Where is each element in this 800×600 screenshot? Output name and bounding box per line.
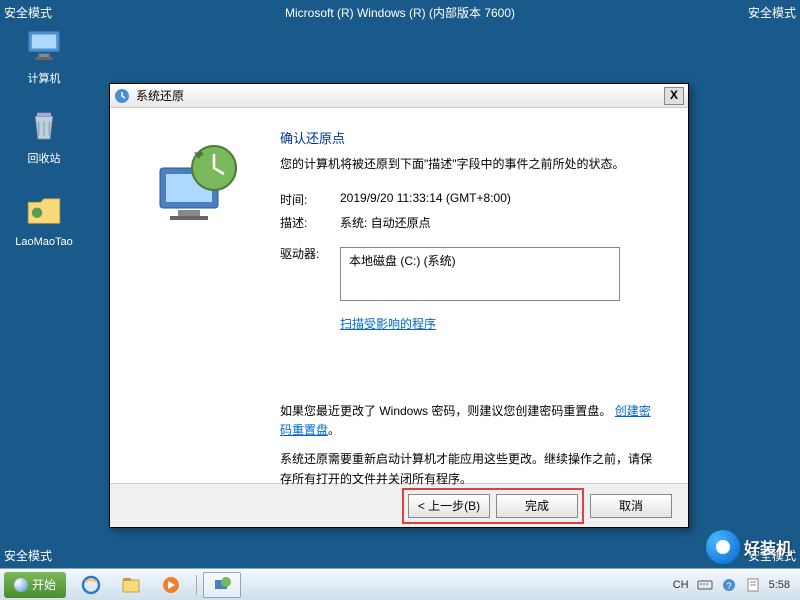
taskbar: 开始 CH ? 5:58: [0, 568, 800, 600]
recycle-bin-icon: [23, 104, 65, 146]
restart-warning-text: 系统还原需要重新启动计算机才能应用这些更改。继续操作之前，请保存所有打开的文件并…: [280, 450, 658, 488]
desktop-icon-computer[interactable]: 计算机: [14, 24, 74, 86]
dialog-sidebar: [110, 108, 270, 483]
watermark-logo-icon: [706, 530, 740, 564]
desktop-icon-label: 计算机: [28, 73, 61, 85]
taskbar-ie-icon[interactable]: [72, 572, 110, 598]
restore-icon: [114, 88, 130, 104]
watermark-text: 好装机: [744, 535, 792, 559]
start-label: 开始: [32, 576, 56, 593]
drives-label: 驱动器:: [280, 245, 340, 301]
time-value: 2019/9/20 11:33:14 (GMT+8:00): [340, 191, 658, 208]
tray-action-icon[interactable]: [745, 577, 761, 593]
taskbar-explorer-icon[interactable]: [112, 572, 150, 598]
drive-item: 本地磁盘 (C:) (系统): [349, 254, 456, 268]
finish-button[interactable]: 完成: [496, 494, 578, 518]
dialog-title: 系统还原: [136, 87, 664, 104]
taskbar-separator: [196, 575, 197, 595]
language-indicator[interactable]: CH: [673, 579, 689, 591]
system-restore-dialog: 系统还原 X 确认还原点 您的计算机将被还原到下面"描述"字段中的事件: [109, 83, 689, 528]
drives-listbox[interactable]: 本地磁盘 (C:) (系统): [340, 247, 620, 301]
taskbar-media-icon[interactable]: [152, 572, 190, 598]
dialog-titlebar[interactable]: 系统还原 X: [110, 84, 688, 108]
dialog-heading: 确认还原点: [280, 128, 658, 147]
description-label: 描述:: [280, 214, 340, 231]
password-hint-text: 如果您最近更改了 Windows 密码，则建议您创建密码重置盘。: [280, 404, 611, 418]
highlighted-buttons: < 上一步(B) 完成: [402, 488, 584, 524]
time-label: 时间:: [280, 191, 340, 208]
start-button[interactable]: 开始: [4, 572, 66, 598]
folder-icon: [23, 190, 65, 232]
safe-mode-label-tl: 安全模式: [4, 4, 52, 21]
scan-affected-link[interactable]: 扫描受影响的程序: [340, 315, 436, 332]
svg-text:?: ?: [726, 581, 731, 591]
computer-icon: [23, 24, 65, 66]
taskbar-app-restore[interactable]: [203, 572, 241, 598]
safe-mode-label-tr: 安全模式: [748, 4, 796, 21]
dialog-description: 您的计算机将被还原到下面"描述"字段中的事件之前所处的状态。: [280, 155, 658, 173]
desktop-icon-folder[interactable]: LaoMaoTao: [14, 190, 74, 248]
safe-mode-label-bl: 安全模式: [4, 547, 52, 564]
watermark: 好装机: [706, 530, 792, 564]
desktop-build-title: Microsoft (R) Windows (R) (内部版本 7600): [285, 4, 515, 21]
desktop-icon-label: 回收站: [28, 153, 61, 165]
system-restore-image: [130, 138, 250, 228]
tray-clock[interactable]: 5:58: [769, 579, 790, 591]
tray-help-icon[interactable]: ?: [721, 577, 737, 593]
cancel-button[interactable]: 取消: [590, 494, 672, 518]
tray-keyboard-icon[interactable]: [697, 577, 713, 593]
windows-orb-icon: [14, 578, 28, 592]
dialog-footer: < 上一步(B) 完成 取消: [110, 483, 688, 527]
description-value: 系统: 自动还原点: [340, 214, 658, 231]
desktop-icon-recycle[interactable]: 回收站: [14, 104, 74, 166]
system-tray: CH ? 5:58: [673, 577, 796, 593]
dialog-content: 确认还原点 您的计算机将被还原到下面"描述"字段中的事件之前所处的状态。 时间:…: [270, 108, 688, 483]
back-button[interactable]: < 上一步(B): [408, 494, 490, 518]
close-button[interactable]: X: [664, 87, 684, 105]
desktop-icon-label: LaoMaoTao: [15, 236, 73, 248]
